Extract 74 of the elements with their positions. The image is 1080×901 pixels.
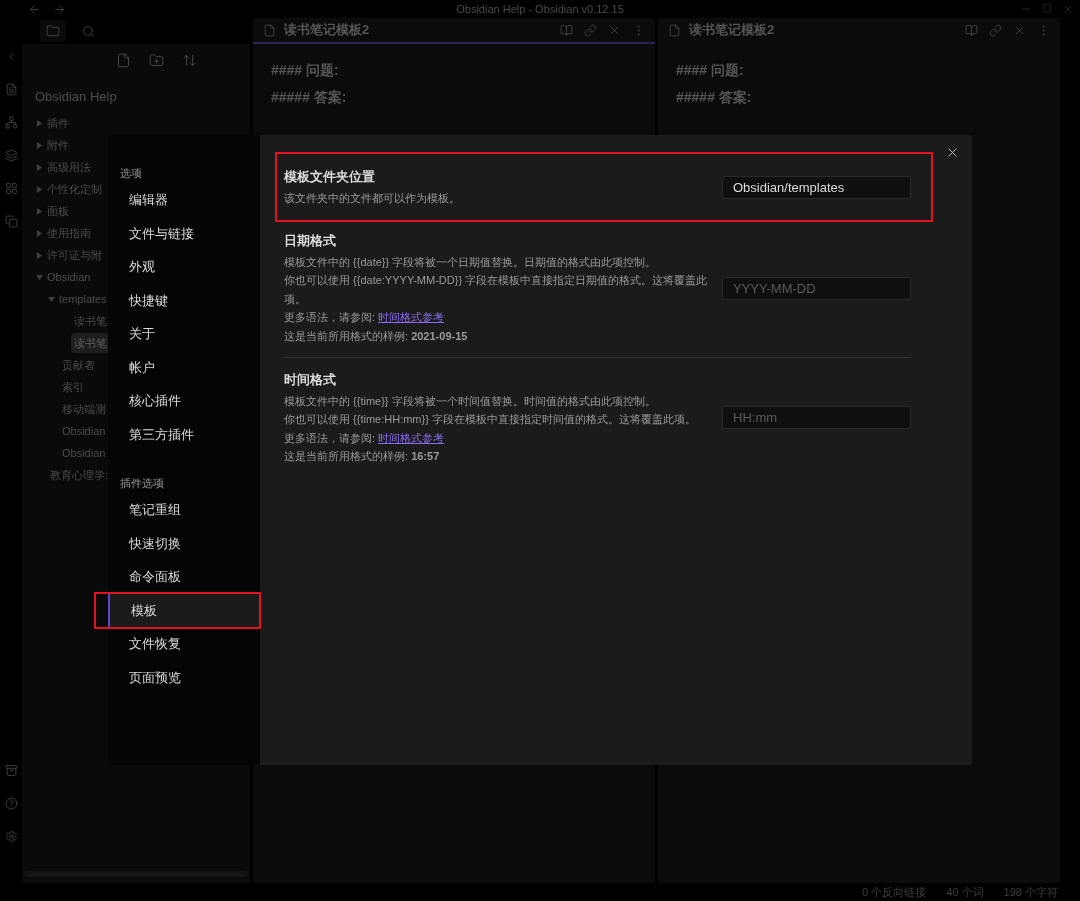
nav-item[interactable]: 笔记重组 bbox=[108, 493, 260, 527]
nav-item[interactable]: 页面预览 bbox=[108, 660, 260, 694]
setting-description: 该文件夹中的文件都可以作为模板。 bbox=[284, 190, 460, 206]
back-arrow-icon[interactable] bbox=[28, 2, 41, 16]
sort-icon[interactable] bbox=[181, 52, 197, 68]
setting-description: 更多语法，请参阅: 时间格式参考 bbox=[284, 310, 446, 325]
nav-heading: 插件选项 bbox=[119, 476, 165, 491]
reading-view-icon[interactable] bbox=[965, 23, 978, 37]
caret-icon[interactable] bbox=[36, 163, 43, 171]
setting-description: 这是当前所用格式的样例: 2021-09-15 bbox=[284, 328, 469, 344]
nav-item[interactable]: 编辑器 bbox=[108, 183, 260, 217]
link-icon[interactable] bbox=[989, 23, 1002, 37]
caret-icon[interactable] bbox=[48, 295, 55, 303]
nav-item[interactable]: 第三方插件 bbox=[108, 417, 260, 451]
nav-item[interactable]: 文件与链接 bbox=[108, 216, 260, 250]
caret-icon[interactable] bbox=[36, 185, 43, 193]
setting-name: 时间格式 bbox=[284, 371, 337, 389]
settings-icon[interactable] bbox=[4, 830, 18, 843]
vault-icon[interactable] bbox=[4, 764, 18, 777]
setting-input[interactable]: Obsidian/templates bbox=[722, 175, 911, 199]
window-title: Obsidian Help - Obsidian v0.12.15 bbox=[456, 1, 624, 17]
nav-item[interactable]: 命令面板 bbox=[108, 560, 260, 594]
markdown-heading-line: ##### 答案: bbox=[271, 88, 348, 107]
setting-input[interactable]: YYYY-MM-DD bbox=[722, 276, 911, 300]
files-tab[interactable] bbox=[40, 20, 66, 42]
markdown-heading-line: ##### 答案: bbox=[676, 88, 753, 107]
reading-view-icon[interactable] bbox=[560, 23, 573, 37]
setting-name: 模板文件夹位置 bbox=[284, 168, 376, 186]
close-icon[interactable] bbox=[945, 145, 960, 160]
search-icon[interactable] bbox=[82, 24, 95, 38]
nav-item[interactable]: 文件恢复 bbox=[108, 627, 260, 661]
nav-item[interactable]: 模板 bbox=[108, 593, 260, 627]
setting-name: 日期格式 bbox=[284, 232, 337, 250]
markdown-heading-line: #### 问题: bbox=[676, 61, 745, 80]
setting-description: 模板文件中的 {{date}} 字段将被一个日期值替换。日期值的格式由此项控制。 bbox=[284, 254, 658, 270]
caret-icon[interactable] bbox=[36, 207, 43, 215]
grid-icon[interactable] bbox=[4, 182, 18, 195]
nav-item[interactable]: 关于 bbox=[108, 317, 260, 351]
new-folder-icon[interactable] bbox=[148, 52, 164, 68]
help-icon[interactable] bbox=[4, 797, 18, 810]
setting-description: 模板文件中的 {{time}} 字段将被一个时间值替换。时间值的格式由此项控制。 bbox=[284, 393, 657, 409]
cards-icon[interactable] bbox=[4, 149, 18, 162]
caret-icon[interactable] bbox=[36, 141, 43, 149]
pane-title: 读书笔记模板2 bbox=[689, 21, 775, 40]
setting-description: 这是当前所用格式的样例: 16:57 bbox=[284, 449, 441, 464]
link-icon[interactable] bbox=[584, 23, 597, 37]
setting-description: 你也可以使用 {{date:YYYY-MM-DD}} 字段在模板中直接指定日期值的格式。这将覆盖此项。 bbox=[284, 273, 709, 307]
setting-input[interactable]: HH:mm bbox=[722, 406, 911, 430]
graph-icon[interactable] bbox=[4, 116, 18, 129]
nav-item[interactable]: 快速切换 bbox=[108, 526, 260, 560]
nav-item[interactable]: 快捷键 bbox=[108, 283, 260, 317]
copy-icon[interactable] bbox=[4, 215, 18, 228]
nav-item[interactable]: 外观 bbox=[108, 250, 260, 284]
vault-name: Obsidian Help bbox=[35, 89, 117, 104]
folder-icon bbox=[46, 24, 60, 38]
file-icon[interactable] bbox=[4, 83, 18, 96]
markdown-heading-line: #### 问题: bbox=[271, 61, 340, 80]
setting-description: 你也可以使用 {{time:HH:mm}} 字段在模板中直接指定时间值的格式。这将覆盖此项。 bbox=[284, 412, 696, 427]
new-note-icon[interactable] bbox=[115, 52, 131, 68]
nav-item[interactable]: 核心插件 bbox=[108, 384, 260, 418]
nav-item[interactable]: 帐户 bbox=[108, 350, 260, 384]
setting-description: 更多语法，请参阅: 时间格式参考 bbox=[284, 430, 446, 446]
maximize-icon[interactable] bbox=[1042, 3, 1052, 13]
format-reference-link[interactable]: 时间格式参考 bbox=[378, 311, 445, 323]
caret-icon[interactable] bbox=[36, 119, 43, 127]
caret-icon[interactable] bbox=[36, 229, 43, 237]
caret-icon[interactable] bbox=[36, 273, 43, 281]
nav-heading: 选项 bbox=[119, 166, 143, 181]
file-icon bbox=[263, 23, 276, 37]
caret-icon[interactable] bbox=[36, 251, 43, 259]
format-reference-link[interactable]: 时间格式参考 bbox=[378, 431, 445, 444]
pane-title: 读书笔记模板2 bbox=[284, 21, 370, 40]
forward-arrow-icon[interactable] bbox=[53, 2, 66, 16]
file-icon bbox=[668, 23, 681, 37]
